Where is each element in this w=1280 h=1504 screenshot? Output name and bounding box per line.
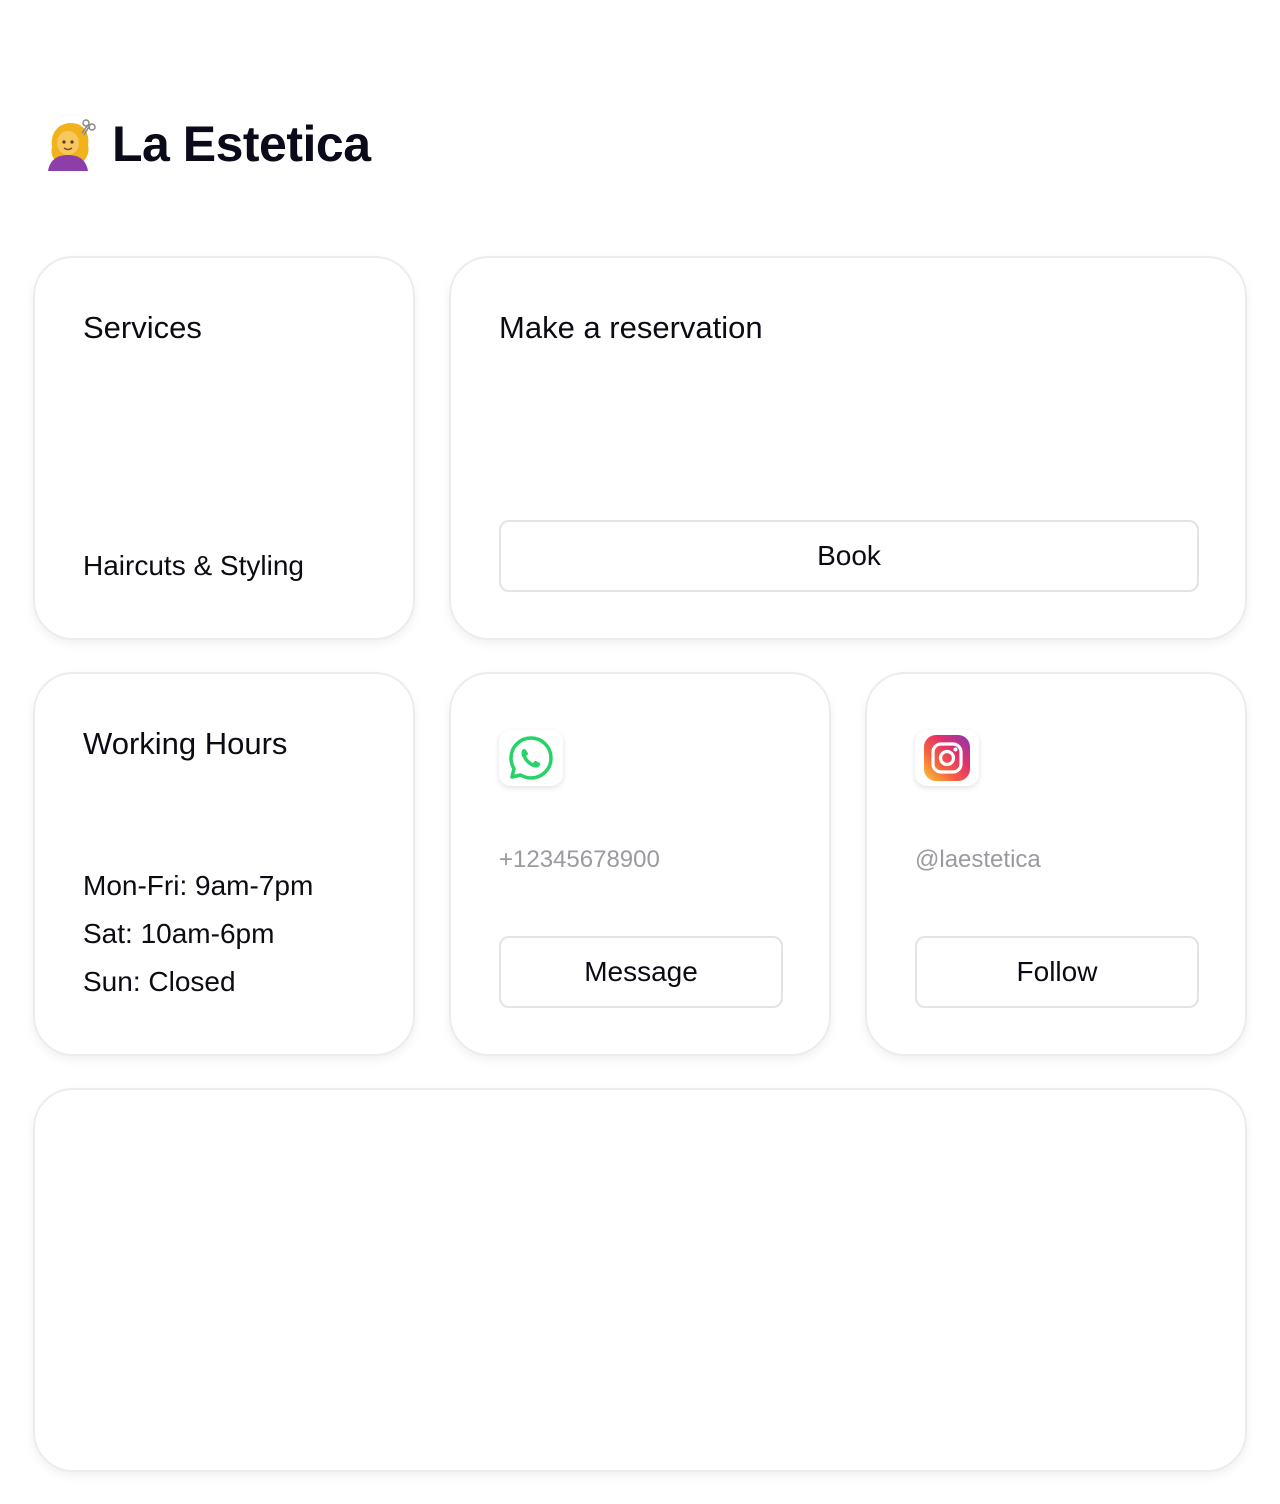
working-hours-card: Working Hours Mon-Fri: 9am-7pm Sat: 10am…: [33, 672, 415, 1056]
whatsapp-phone: +12345678900: [499, 846, 660, 873]
instagram-card: @laestetica Follow: [865, 672, 1247, 1056]
site-header: La Estetica: [44, 112, 371, 176]
reservation-title: Make a reservation: [499, 310, 763, 345]
hairdresser-emoji-icon: [44, 117, 98, 171]
hours-line-saturday: Sat: 10am-6pm: [83, 918, 275, 949]
book-button[interactable]: Book: [499, 520, 1199, 592]
follow-button[interactable]: Follow: [915, 936, 1199, 1008]
hours-list: Mon-Fri: 9am-7pm Sat: 10am-6pm Sun: Clos…: [83, 862, 313, 1006]
working-hours-title: Working Hours: [83, 726, 288, 761]
services-item: Haircuts & Styling: [83, 550, 304, 581]
services-card: Services Haircuts & Styling: [33, 256, 415, 640]
services-title: Services: [83, 310, 202, 345]
map-card: [33, 1088, 1247, 1472]
message-button[interactable]: Message: [499, 936, 783, 1008]
hours-line-weekdays: Mon-Fri: 9am-7pm: [83, 870, 314, 901]
instagram-handle: @laestetica: [915, 846, 1041, 873]
whatsapp-card: +12345678900 Message: [449, 672, 831, 1056]
reservation-card: Make a reservation Book: [449, 256, 1247, 640]
instagram-icon[interactable]: [915, 730, 979, 786]
hours-line-sunday: Sun: Closed: [83, 966, 236, 997]
brand-title: La Estetica: [112, 116, 371, 172]
whatsapp-icon[interactable]: [499, 730, 563, 786]
